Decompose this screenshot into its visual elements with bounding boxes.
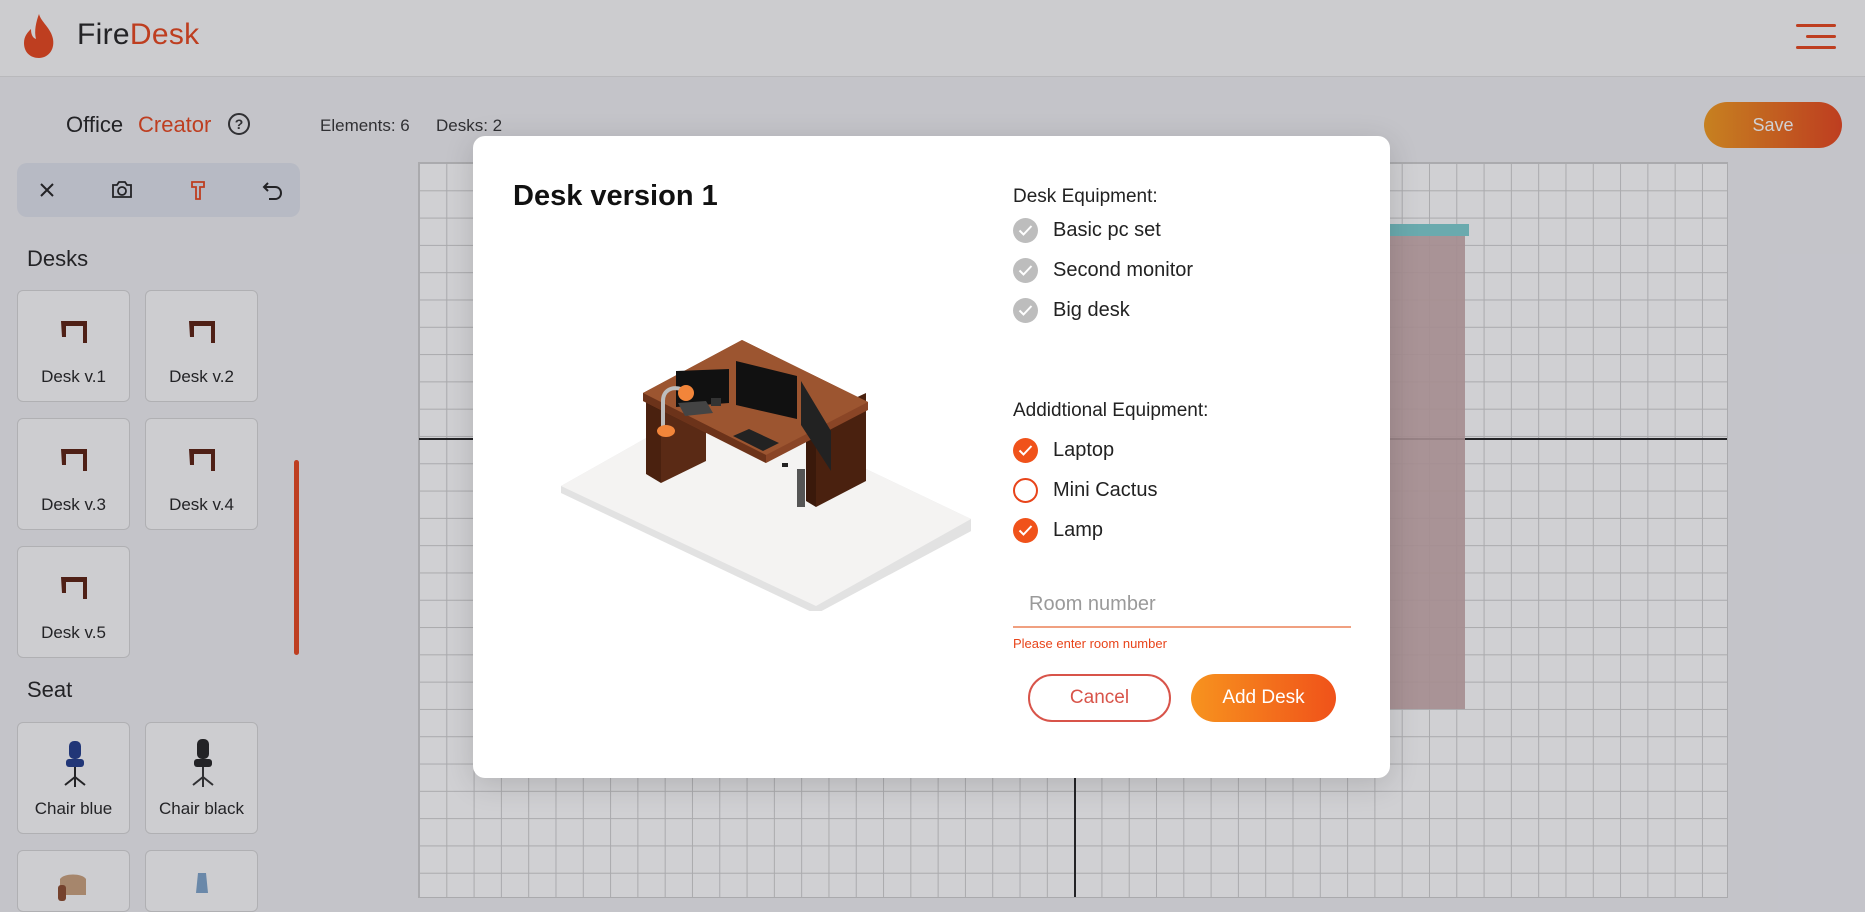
checkbox-checked[interactable] <box>1013 518 1038 543</box>
checkbox-disabled <box>1013 298 1038 323</box>
checkbox-unchecked[interactable] <box>1013 478 1038 503</box>
desk-preview-illustration <box>561 340 971 611</box>
additional-equipment-title: Addidtional Equipment: <box>1013 400 1209 421</box>
checkbox-checked[interactable] <box>1013 438 1038 463</box>
checkbox-label[interactable]: Mini Cactus <box>1053 479 1157 502</box>
checkbox-label[interactable]: Laptop <box>1053 439 1114 462</box>
desk-equipment-title: Desk Equipment: <box>1013 186 1158 207</box>
room-number-input[interactable] <box>1013 582 1351 628</box>
checkbox-label: Big desk <box>1053 299 1130 321</box>
modal-title: Desk version 1 <box>513 180 718 212</box>
checkbox-label[interactable]: Lamp <box>1053 519 1103 542</box>
checkbox-disabled <box>1013 258 1038 283</box>
room-number-error: Please enter room number <box>1013 636 1167 651</box>
add-desk-button[interactable]: Add Desk <box>1191 674 1336 722</box>
checkbox-disabled <box>1013 218 1038 243</box>
checkbox-label: Second monitor <box>1053 259 1194 281</box>
cancel-button[interactable]: Cancel <box>1028 674 1171 722</box>
checkbox-label: Basic pc set <box>1053 219 1161 241</box>
desk-config-modal: Desk version 1 Desk Equipment: Basic pc … <box>473 136 1390 778</box>
